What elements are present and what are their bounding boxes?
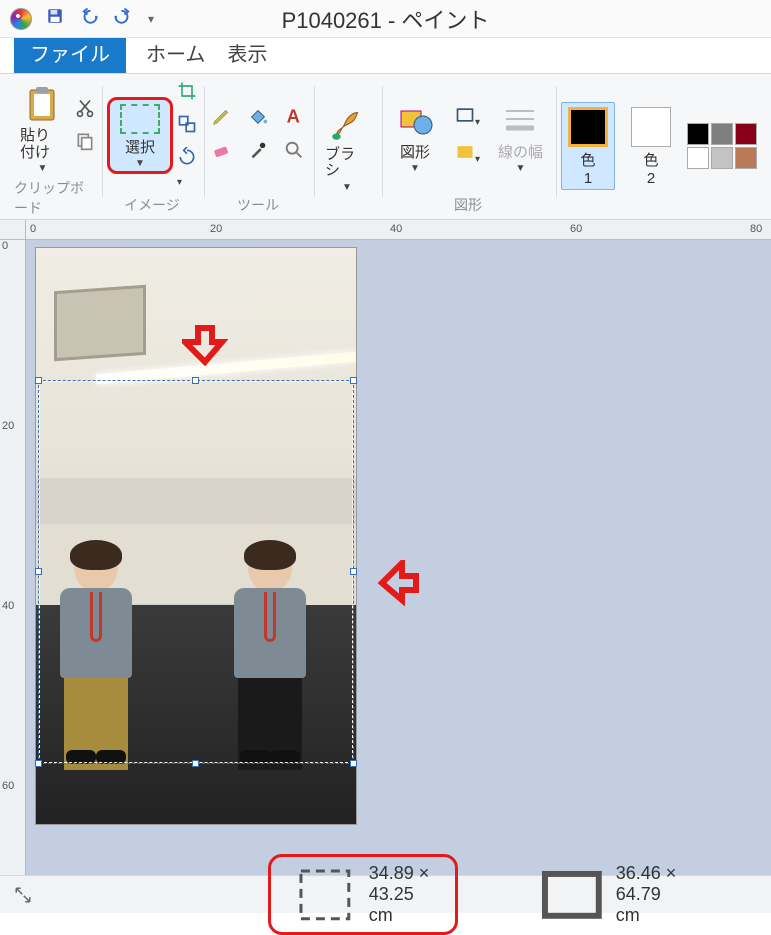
status-bar: 34.89 × 43.25 cm 36.46 × 64.79 cm (0, 875, 771, 913)
resize-handle[interactable] (192, 760, 199, 767)
ruler-tick: 20 (2, 420, 14, 432)
ruler-tick: 0 (30, 223, 36, 235)
paste-label: 貼り付け (20, 128, 65, 161)
quick-access-toolbar: ▾ (46, 7, 154, 30)
copy-icon[interactable] (75, 131, 95, 156)
ruler-corner (0, 220, 26, 240)
chevron-down-icon: ▼ (342, 182, 352, 193)
group-label-tools: ツール (237, 193, 279, 219)
group-label-image: イメージ (124, 193, 180, 219)
resize-handle[interactable] (35, 568, 42, 575)
fill-style-icon[interactable]: ▾ (455, 142, 480, 167)
title-bar: ▾ P1040261 - ペイント (0, 0, 771, 38)
ruler-tick: 0 (2, 240, 8, 252)
chevron-down-icon: ▼ (410, 163, 420, 174)
resize-handle[interactable] (35, 377, 42, 384)
paste-button[interactable]: 貼り付け ▼ (14, 78, 71, 176)
svg-text:A: A (287, 105, 300, 126)
line-width-button: 線の幅 ▼ (492, 95, 549, 177)
resize-handle[interactable] (350, 568, 357, 575)
resize-handle[interactable] (35, 760, 42, 767)
tab-home[interactable]: ホーム (144, 33, 207, 73)
annotation-arrow-left-icon (376, 560, 422, 606)
line-width-label: 線の幅 (498, 145, 543, 162)
ruler-tick: 80 (750, 223, 762, 235)
select-button[interactable]: 選択 ▼ (107, 97, 173, 175)
redo-icon[interactable] (114, 7, 132, 30)
color2-swatch (631, 107, 671, 147)
brushes-button[interactable]: ブラシ ▼ (319, 97, 375, 195)
cut-icon[interactable] (75, 98, 95, 123)
window-title: P1040261 - ペイント (282, 3, 490, 35)
group-brushes: ブラシ ▼ (313, 78, 381, 219)
text-icon[interactable]: A (283, 105, 305, 132)
shapes-label: 図形 (400, 145, 430, 162)
eraser-icon[interactable] (211, 139, 233, 166)
canvas-size: 36.46 × 64.79 cm (536, 859, 684, 931)
rotate-icon[interactable]: ▾ (177, 147, 197, 190)
resize-handle[interactable] (350, 377, 357, 384)
selection-size-value: 34.89 × 43.25 cm (369, 863, 437, 926)
ribbon-tabs: ファイル ホーム 表示 (0, 38, 771, 74)
group-image: 選択 ▼ ▾ イメージ (101, 78, 203, 219)
ruler-tick: 20 (210, 223, 222, 235)
color1-label: 色 1 (580, 149, 595, 187)
ruler-vertical: 0 20 40 60 (0, 240, 26, 875)
app-icon (10, 8, 32, 30)
canvas-area[interactable] (26, 240, 771, 875)
tab-file[interactable]: ファイル (14, 33, 126, 73)
cursor-position (0, 886, 46, 904)
select-label: 選択 (125, 140, 155, 157)
selection-marquee[interactable] (38, 380, 354, 764)
group-label-clipboard: クリップボード (14, 176, 95, 222)
canvas-size-value: 36.46 × 64.79 cm (616, 863, 684, 926)
outline-icon[interactable]: ▾ (455, 105, 480, 130)
ruler-tick: 40 (2, 600, 14, 612)
group-clipboard: 貼り付け ▼ クリップボード (8, 78, 101, 219)
resize-icon[interactable] (177, 114, 197, 139)
save-icon[interactable] (46, 7, 64, 30)
ruler-tick: 40 (390, 223, 402, 235)
ruler-horizontal: 0 20 40 60 80 (26, 220, 771, 240)
brushes-label: ブラシ (325, 147, 369, 180)
chevron-down-icon: ▼ (135, 158, 145, 169)
canvas-size-icon (536, 859, 608, 931)
group-colors: 色 1 色 2 (555, 78, 763, 219)
tab-view[interactable]: 表示 (225, 33, 269, 73)
undo-icon[interactable] (80, 7, 98, 30)
selection-size: 34.89 × 43.25 cm (268, 854, 458, 935)
group-tools: A ツール (203, 78, 313, 219)
color2-button[interactable]: 色 2 (625, 103, 677, 189)
chevron-down-icon: ▼ (516, 163, 526, 174)
shapes-button[interactable]: 図形 ▼ (387, 95, 443, 177)
resize-handle[interactable] (192, 377, 199, 384)
chevron-down-icon: ▼ (38, 163, 48, 174)
selection-size-icon (289, 859, 361, 931)
ruler-tick: 60 (2, 780, 14, 792)
crop-icon[interactable] (177, 81, 197, 106)
color-picker-icon[interactable] (247, 139, 269, 166)
color1-swatch (568, 107, 608, 147)
annotation-arrow-down-icon (182, 322, 228, 368)
pencil-icon[interactable] (211, 105, 233, 132)
magnifier-icon[interactable] (283, 139, 305, 166)
resize-handle[interactable] (350, 760, 357, 767)
selection-rect-icon (120, 104, 160, 134)
color1-button[interactable]: 色 1 (561, 102, 615, 190)
group-label-shapes: 図形 (454, 193, 482, 219)
ribbon: 貼り付け ▼ クリップボード 選択 ▼ ▾ イメージ (0, 74, 771, 220)
workspace: 0 20 40 60 80 0 20 40 60 (0, 220, 771, 875)
color2-label: 色 2 (643, 149, 658, 187)
group-shapes: 図形 ▼ ▾ ▾ 線の幅 ▼ 図形 (381, 78, 555, 219)
color-palette[interactable] (687, 123, 757, 169)
ruler-tick: 60 (570, 223, 582, 235)
fill-icon[interactable] (247, 105, 269, 132)
qat-customize-icon[interactable]: ▾ (148, 12, 154, 26)
